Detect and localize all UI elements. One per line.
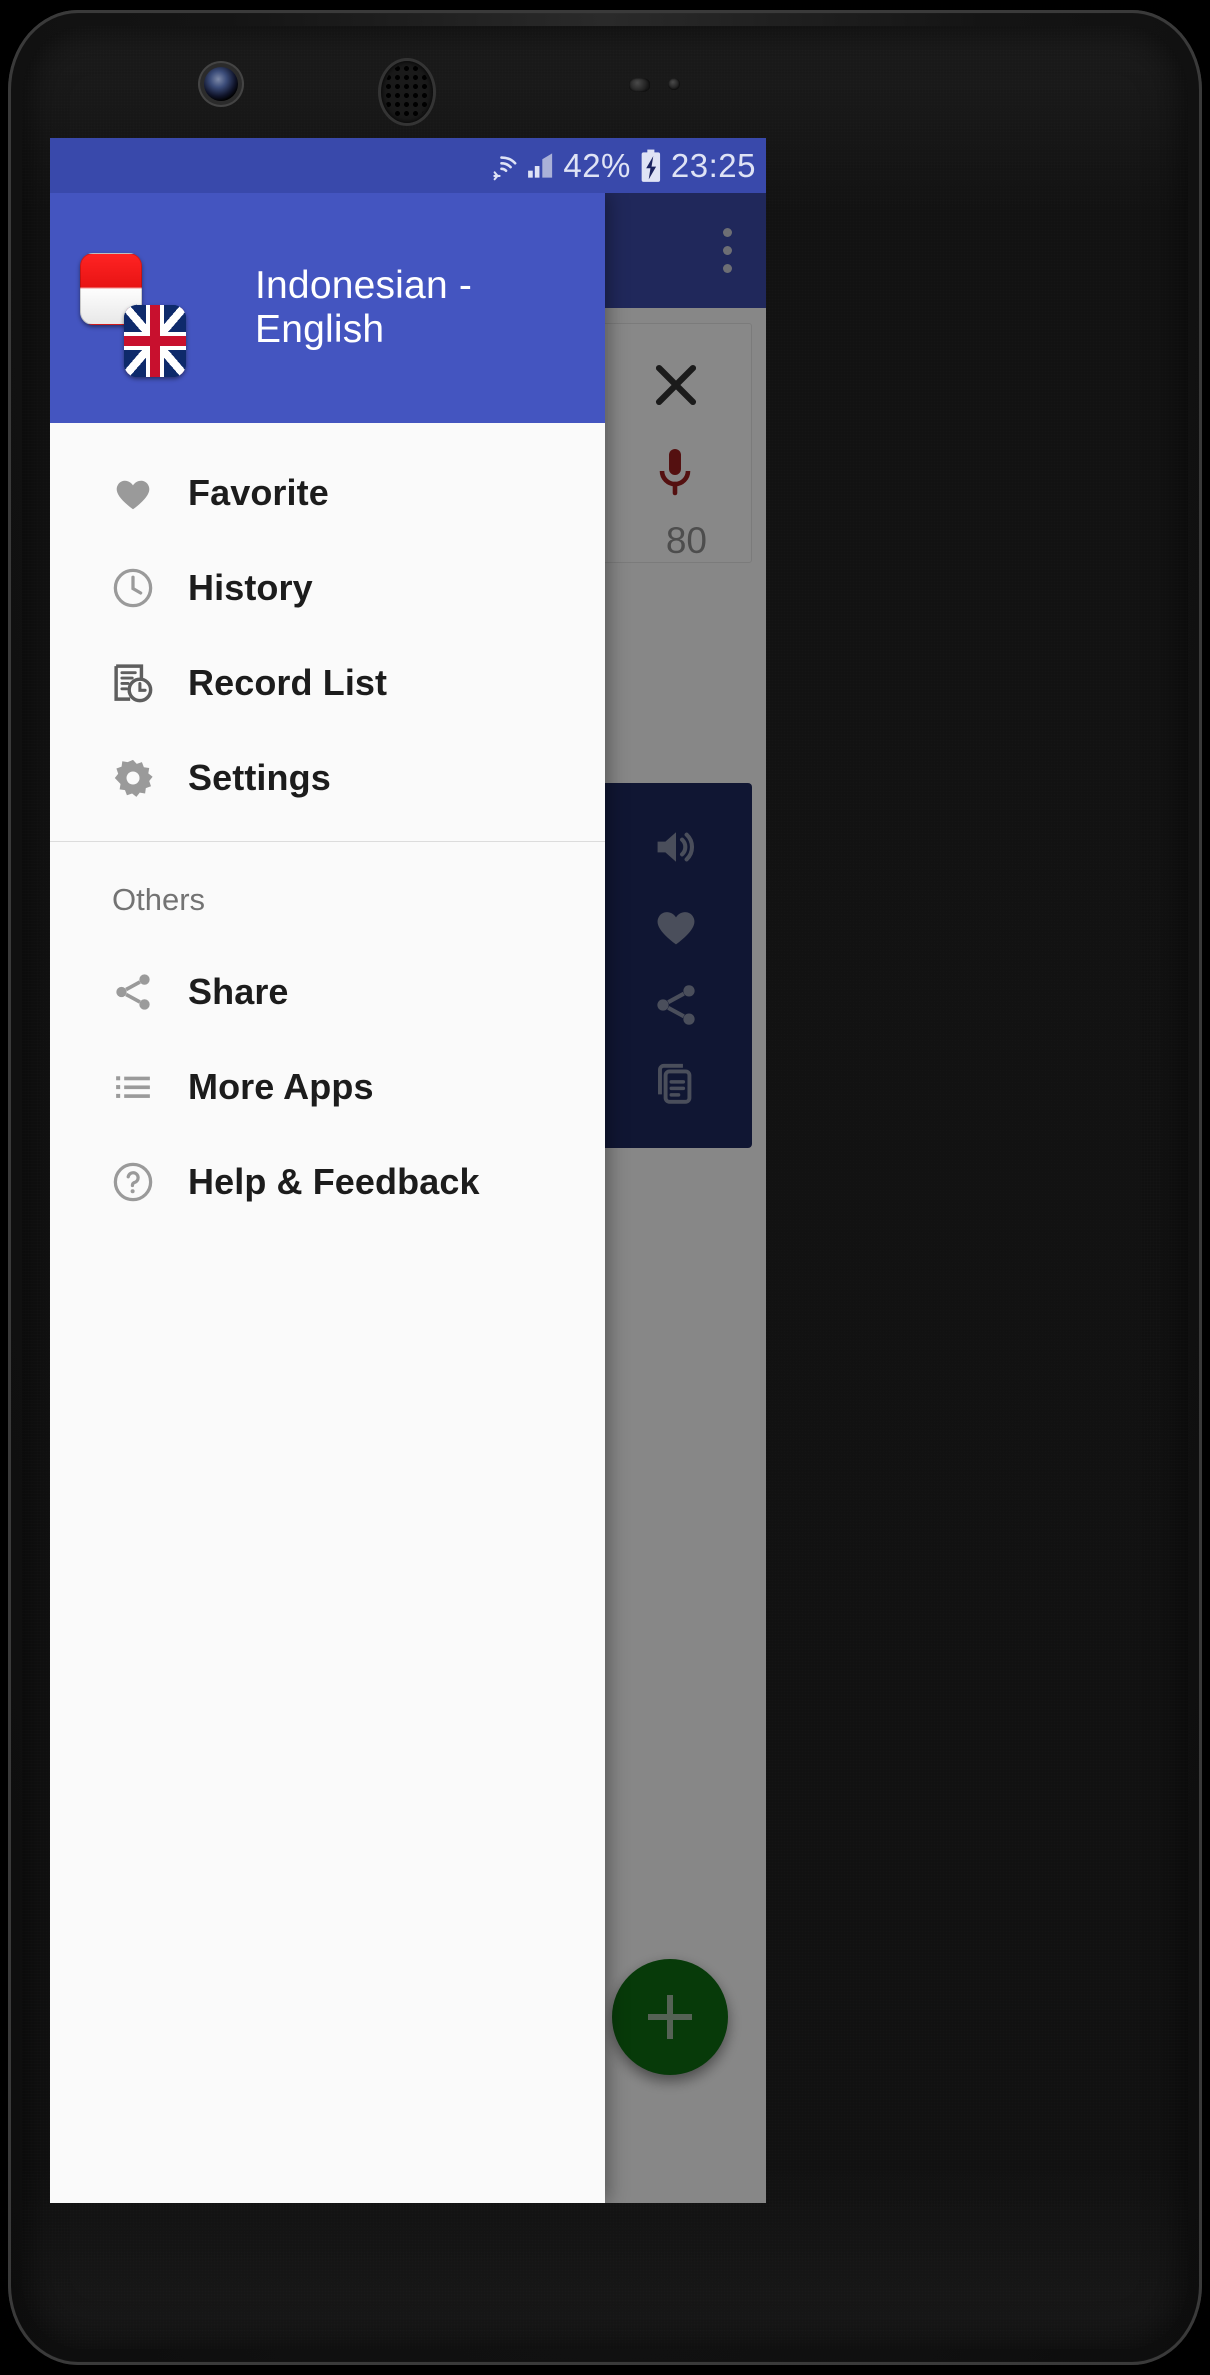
- drawer-header[interactable]: Indonesian - English: [50, 193, 605, 423]
- battery-percent-label: 42%: [563, 146, 631, 184]
- help-circle-icon: [110, 1159, 188, 1205]
- battery-charging-icon: [641, 149, 660, 182]
- heart-icon: [110, 470, 188, 516]
- light-sensor-icon: [668, 78, 680, 90]
- share-icon: [110, 969, 188, 1015]
- proximity-sensor-icon: [629, 78, 650, 92]
- phone-screen: 80 Indonesian - English Favorite History…: [50, 138, 766, 2203]
- earpiece-speaker-icon: [381, 61, 433, 123]
- sidebar-item-label: Favorite: [188, 471, 329, 513]
- status-bar: 42% 23:25: [50, 138, 766, 193]
- clock-icon: [110, 565, 188, 611]
- list-icon: [110, 1064, 188, 1110]
- others-section-header: Others: [112, 882, 206, 917]
- wifi-icon: [493, 156, 517, 181]
- united-kingdom-flag-icon: [124, 305, 186, 377]
- gear-icon: [110, 755, 188, 801]
- sidebar-item-record-list[interactable]: Record List: [50, 635, 605, 730]
- sidebar-item-label: History: [188, 566, 313, 608]
- sidebar-item-history[interactable]: History: [50, 540, 605, 635]
- sidebar-item-label: Record List: [188, 661, 388, 703]
- front-camera-icon: [204, 67, 238, 101]
- navigation-drawer: Indonesian - English Favorite History Re…: [50, 193, 605, 2203]
- language-pair-flags: [80, 253, 195, 377]
- sidebar-item-settings[interactable]: Settings: [50, 730, 605, 825]
- drawer-primary-section: Favorite History Record List Settings: [50, 423, 605, 841]
- sidebar-item-label: Help & Feedback: [188, 1160, 480, 1202]
- sidebar-item-help-feedback[interactable]: Help & Feedback: [50, 1134, 605, 1229]
- drawer-others-section: Others Share More Apps Help & Feedback: [50, 842, 605, 1229]
- sidebar-item-share[interactable]: Share: [50, 944, 605, 1039]
- sidebar-item-label: Share: [188, 970, 289, 1012]
- sidebar-item-label: Settings: [188, 756, 331, 798]
- cellular-signal-icon: [528, 153, 553, 178]
- phone-device-frame: 80 Indonesian - English Favorite History…: [8, 10, 1202, 2365]
- language-pair-title: Indonesian - English: [255, 264, 473, 351]
- sidebar-item-favorite[interactable]: Favorite: [50, 445, 605, 540]
- clock-label: 23:25: [670, 146, 756, 184]
- sidebar-item-label: More Apps: [188, 1065, 374, 1107]
- sidebar-item-more-apps[interactable]: More Apps: [50, 1039, 605, 1134]
- record-list-icon: [110, 660, 188, 706]
